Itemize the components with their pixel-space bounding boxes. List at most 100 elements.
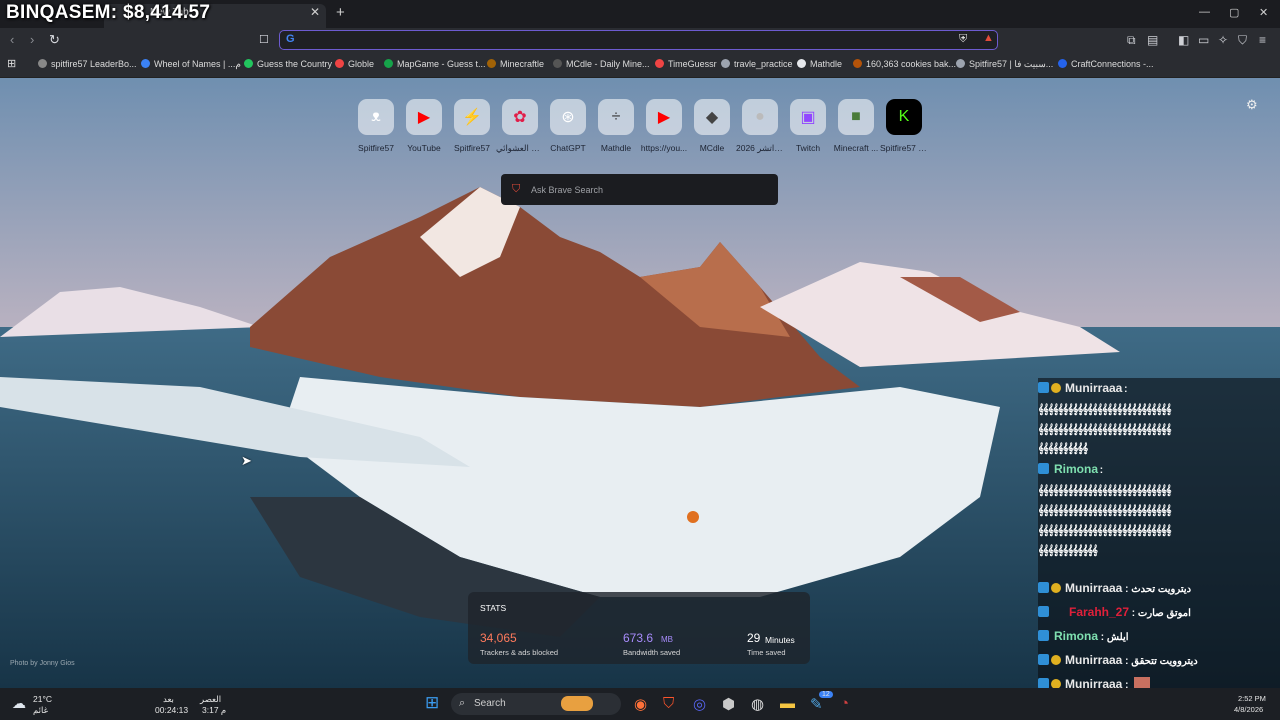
menu-icon[interactable]: ≡ — [1259, 33, 1266, 47]
forward-button[interactable]: › — [30, 32, 34, 47]
taskbar-search-label: Search — [474, 698, 506, 709]
bookmark-item[interactable]: Globle — [335, 59, 374, 69]
bookmark-page-icon[interactable]: ☐ — [259, 33, 269, 46]
bookmark-item[interactable]: Wheel of Names | ...م — [141, 59, 241, 70]
bookmark-item[interactable]: TimeGuessr — [655, 59, 717, 69]
kick-badge-icon — [1038, 463, 1049, 474]
file-explorer-icon[interactable]: ▬ — [780, 695, 795, 712]
address-input[interactable] — [302, 32, 946, 49]
brave-icon[interactable]: ⛉ — [663, 695, 674, 712]
weather-temp[interactable]: 21°C — [33, 694, 52, 704]
shortcut-tile[interactable]: ▣ Twitch — [784, 99, 832, 153]
taskbar-search[interactable]: ⌕ Search — [451, 693, 621, 715]
shortcut-tile[interactable]: ⚡ Spitfire57 — [448, 99, 496, 153]
prayer-after-label: بعد — [163, 694, 174, 704]
chat-username: Munirraaa — [1065, 653, 1123, 667]
chrome-icon[interactable]: ◔ — [840, 695, 849, 712]
kick-badge-icon — [1038, 582, 1049, 593]
stats-title: STATS — [480, 603, 507, 613]
shortcut-tile[interactable]: ▶ YouTube — [400, 99, 448, 153]
shortcut-tile[interactable]: ÷ Mathdle — [592, 99, 640, 153]
back-button[interactable]: ‹ — [10, 32, 14, 47]
wallet-icon[interactable]: ▭ — [1198, 33, 1209, 47]
bookmark-item[interactable]: MapGame - Guess t... — [384, 59, 486, 69]
bookmark-favicon — [655, 59, 664, 68]
brave-rewards-icon[interactable]: ▲ — [983, 32, 994, 44]
cloud-icon[interactable]: ☁ — [12, 695, 26, 712]
maximize-button[interactable]: ▢ — [1229, 6, 1239, 19]
shortcut-icon: ▶ — [646, 99, 682, 135]
bookmark-item[interactable]: MCdle - Daily Mine... — [553, 59, 650, 69]
shortcut-tile[interactable]: ⊛ ChatGPT — [544, 99, 592, 153]
new-tab-button[interactable]: + — [336, 4, 345, 21]
shortcut-tile[interactable]: ◆ MCdle — [688, 99, 736, 153]
sidebar-icon[interactable]: ◧ — [1178, 33, 1189, 47]
close-window-button[interactable]: ✕ — [1259, 6, 1268, 19]
minimize-button[interactable]: — — [1199, 6, 1210, 18]
brave-shields-icon[interactable]: ⛨ — [959, 33, 967, 46]
brave-search-box[interactable]: ⛉ — [501, 174, 778, 205]
bookmark-favicon — [853, 59, 862, 68]
chat-username: Munirraaa — [1065, 381, 1123, 395]
tab-close-icon[interactable]: ✕ — [310, 5, 320, 19]
chat-message: Munirraaa : ديترويت تحدث — [1038, 581, 1191, 595]
app-icon[interactable]: ◍ — [751, 695, 764, 713]
shortcut-tile[interactable]: ᴥ Spitfire57 — [352, 99, 400, 153]
shortcut-label: ChatGPT — [550, 143, 586, 153]
discord-icon[interactable]: ◎ — [693, 695, 706, 713]
kick-badge-icon — [1038, 654, 1049, 665]
clock-time[interactable]: 2:52 PM — [1238, 694, 1266, 703]
chat-message: Rimona : ايلش — [1038, 629, 1129, 643]
tab-manager-icon[interactable]: ▤ — [1147, 33, 1158, 47]
shortcut-label: Mathdle — [600, 143, 632, 153]
shortcut-tile[interactable]: ▶ https://you... — [640, 99, 688, 153]
chat-message: 𝄞𝄞𝄞𝄞𝄞𝄞𝄞𝄞𝄞𝄞𝄞𝄞𝄞𝄞𝄞𝄞𝄞𝄞𝄞𝄞𝄞𝄞𝄞𝄞𝄞𝄞𝄞 — [1038, 502, 1172, 516]
chat-text: 𝄞𝄞𝄞𝄞𝄞𝄞𝄞𝄞𝄞𝄞𝄞𝄞𝄞𝄞𝄞𝄞𝄞𝄞𝄞𝄞𝄞𝄞𝄞𝄞𝄞𝄞𝄞 — [1038, 404, 1172, 415]
shortcut-icon: ● — [742, 99, 778, 135]
prayer-time: 3:17 م — [202, 705, 227, 715]
bookmark-item[interactable]: spitfire57 LeaderBo... — [38, 59, 137, 69]
chat-message: 𝄞𝄞𝄞𝄞𝄞𝄞𝄞𝄞𝄞𝄞𝄞𝄞𝄞𝄞𝄞𝄞𝄞𝄞𝄞𝄞𝄞𝄞𝄞𝄞𝄞𝄞𝄞 — [1038, 401, 1172, 415]
bookmark-item[interactable]: Spitfire57 | سبيت فا... — [956, 59, 1053, 70]
stream-overlay-title: BINQASEM: $8,414.57 — [6, 2, 211, 23]
obs-icon[interactable]: ⬢ — [722, 695, 735, 713]
gear-icon[interactable]: ⚙ — [1246, 97, 1258, 113]
apps-grid-icon[interactable]: ⊞ — [7, 57, 16, 70]
windows-start-icon[interactable]: ⊞ — [425, 693, 439, 713]
shortcut-tile[interactable]: ✿ اسم العشوائي... — [496, 99, 544, 154]
shortcut-label: Twitch — [795, 143, 821, 153]
clock-date[interactable]: 4/8/2026 — [1234, 705, 1263, 714]
chat-message: 𝄞𝄞𝄞𝄞𝄞𝄞𝄞𝄞𝄞𝄞𝄞𝄞𝄞𝄞𝄞𝄞𝄞𝄞𝄞𝄞𝄞𝄞𝄞𝄞𝄞𝄞𝄞 — [1038, 482, 1172, 496]
chat-username: Rimona — [1054, 629, 1099, 643]
firefox-icon[interactable]: ◉ — [634, 695, 647, 713]
bookmark-item[interactable]: CraftConnections -... — [1058, 59, 1154, 69]
kick-badge-icon — [1038, 606, 1049, 617]
time-unit: Minutes — [765, 635, 795, 645]
chat-text: 𝄞𝄞𝄞𝄞𝄞𝄞𝄞𝄞𝄞𝄞𝄞𝄞𝄞𝄞𝄞𝄞𝄞𝄞𝄞𝄞𝄞𝄞𝄞𝄞𝄞𝄞𝄞 — [1038, 424, 1172, 435]
bookmark-item[interactable]: Minecraftle — [487, 59, 544, 69]
shortcut-label: YouTube — [407, 143, 441, 153]
reload-button[interactable]: ↻ — [49, 32, 60, 48]
bookmark-item[interactable]: 160,363 cookies bak... — [853, 59, 956, 69]
leo-ai-icon[interactable]: ✧ — [1218, 33, 1228, 47]
bookmark-item[interactable]: Guess the Country — [244, 59, 332, 69]
bookmark-favicon — [38, 59, 47, 68]
bookmark-item[interactable]: travle_practice — [721, 59, 793, 69]
extensions-icon[interactable]: ⧉ — [1127, 33, 1136, 48]
bookmark-favicon — [956, 59, 965, 68]
shortcut-tile[interactable]: ■ Minecraft ... — [832, 99, 880, 153]
search-icon: ⌕ — [459, 697, 466, 709]
trackers-label: Trackers & ads blocked — [480, 648, 559, 657]
chat-text: : ايلش — [1098, 632, 1129, 643]
bookmarks-bar: ⊞ spitfire57 LeaderBo... Wheel of Names … — [0, 54, 1280, 78]
bookmark-item[interactable]: Mathdle — [797, 59, 842, 69]
sub-badge-icon — [1051, 383, 1061, 393]
address-bar[interactable]: G ⛨ ▲ — [279, 30, 998, 50]
vpn-icon[interactable]: ⛉ — [1238, 33, 1247, 48]
prayer-countdown: 00:24:13 — [155, 705, 189, 715]
search-input[interactable] — [529, 182, 763, 198]
shortcut-tile[interactable]: ● 2026 واتشر ... — [736, 99, 784, 154]
chat-message: Munirraaa : ديتروويت تتحقق — [1038, 653, 1198, 667]
chat-username: Rimona — [1054, 462, 1099, 476]
shortcut-tile[interactable]: K Spitfire57 S... — [880, 99, 928, 153]
